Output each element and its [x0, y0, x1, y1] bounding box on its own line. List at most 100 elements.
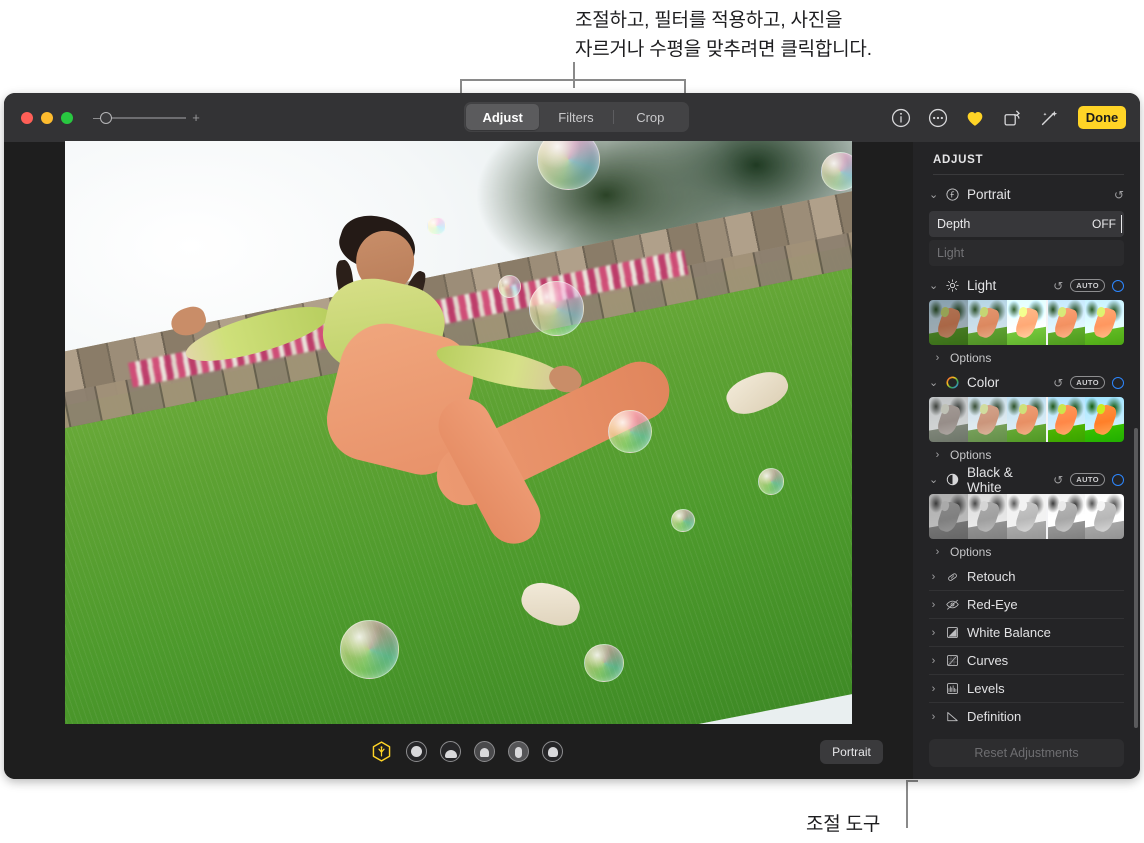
sidebar-item-red-eye[interactable]: › Red-Eye: [929, 591, 1124, 619]
contour-light-icon[interactable]: [440, 741, 461, 762]
chevron-down-icon[interactable]: ⌄: [929, 473, 938, 486]
info-icon[interactable]: [890, 107, 912, 129]
sidebar-item-curves[interactable]: › Curves: [929, 647, 1124, 675]
auto-bw-badge[interactable]: AUTO: [1070, 473, 1105, 486]
color-wheel-icon: [946, 376, 959, 389]
high-key-light-mono-icon[interactable]: [542, 741, 563, 762]
bw-toggle-ring[interactable]: [1112, 473, 1124, 486]
bw-options-row[interactable]: › Options: [929, 541, 1124, 563]
bw-strip-playhead[interactable]: [1046, 494, 1048, 539]
color-options-row[interactable]: › Options: [929, 444, 1124, 466]
section-portrait-header[interactable]: ⌄ Portrait ↺: [929, 181, 1124, 208]
edited-photo[interactable]: [65, 140, 852, 726]
chevron-right-icon[interactable]: ›: [929, 655, 938, 667]
reset-adjustments-label: Reset Adjustments: [974, 746, 1079, 760]
portrait-light-label: Light: [937, 246, 965, 260]
portrait-badge-button[interactable]: Portrait: [820, 739, 883, 764]
light-thumb[interactable]: [929, 300, 968, 345]
section-color-header[interactable]: ⌄ Color ↺ AUTO: [929, 369, 1124, 396]
reset-color-icon[interactable]: ↺: [1053, 376, 1063, 390]
tab-filters[interactable]: Filters: [539, 104, 612, 130]
zoom-slider[interactable]: – +: [93, 111, 200, 124]
close-button[interactable]: [21, 111, 33, 124]
rotate-icon[interactable]: [1001, 107, 1023, 129]
sidebar-item-retouch-label: Retouch: [967, 569, 1016, 584]
sidebar-item-white-balance-label: White Balance: [967, 625, 1051, 640]
light-options-row[interactable]: › Options: [929, 347, 1124, 369]
zoom-slider-knob[interactable]: [100, 111, 113, 124]
color-thumb[interactable]: [1046, 397, 1085, 442]
section-bw-header[interactable]: ⌄ Black & White ↺ AUTO: [929, 465, 1124, 495]
section-light-header[interactable]: ⌄ Light ↺ AUTO: [929, 272, 1124, 299]
chevron-right-icon[interactable]: ›: [933, 546, 942, 558]
edit-mode-segmented-control[interactable]: Adjust Filters Crop: [464, 102, 689, 132]
bw-thumbnail-strip[interactable]: [929, 494, 1124, 539]
zoom-in-label[interactable]: +: [192, 111, 200, 124]
light-thumb[interactable]: [1046, 300, 1085, 345]
window-controls[interactable]: [21, 111, 73, 124]
chevron-right-icon[interactable]: ›: [933, 449, 942, 461]
chevron-right-icon[interactable]: ›: [929, 599, 938, 611]
zoom-button[interactable]: [61, 111, 73, 124]
bw-thumb[interactable]: [929, 494, 968, 539]
color-toggle-ring[interactable]: [1112, 376, 1124, 389]
zoom-out-label[interactable]: –: [93, 111, 100, 124]
portrait-light-slider[interactable]: Light: [929, 240, 1124, 266]
bw-thumb[interactable]: [1085, 494, 1124, 539]
color-thumb[interactable]: [968, 397, 1007, 442]
light-thumb[interactable]: [968, 300, 1007, 345]
depth-slider-handle[interactable]: [1120, 215, 1122, 233]
bw-thumb[interactable]: [1046, 494, 1085, 539]
chevron-right-icon[interactable]: ›: [929, 627, 938, 639]
bw-thumb[interactable]: [968, 494, 1007, 539]
color-thumb[interactable]: [929, 397, 968, 442]
more-options-icon[interactable]: [927, 107, 949, 129]
favorite-heart-icon[interactable]: [964, 107, 986, 129]
light-thumb[interactable]: [1007, 300, 1046, 345]
chevron-right-icon[interactable]: ›: [929, 571, 938, 583]
magic-wand-icon[interactable]: [1038, 107, 1060, 129]
chevron-right-icon[interactable]: ›: [929, 683, 938, 695]
chevron-down-icon[interactable]: ⌄: [929, 376, 938, 389]
retouch-brush-icon: [948, 573, 957, 581]
color-strip-playhead[interactable]: [1046, 397, 1048, 442]
photo-canvas[interactable]: [4, 140, 913, 726]
tab-adjust[interactable]: Adjust: [466, 104, 540, 130]
light-strip-playhead[interactable]: [1046, 300, 1048, 345]
depth-slider[interactable]: Depth OFF: [929, 211, 1124, 237]
panel-scrollbar[interactable]: [1134, 428, 1138, 728]
color-thumbnail-strip[interactable]: [929, 397, 1124, 442]
sidebar-item-definition[interactable]: › Definition: [929, 703, 1124, 730]
reset-portrait-icon[interactable]: ↺: [1114, 188, 1124, 202]
reset-adjustments-button[interactable]: Reset Adjustments: [929, 739, 1124, 767]
callout-top-bracket-top: [460, 79, 686, 81]
light-toggle-ring[interactable]: [1112, 279, 1124, 292]
color-thumb[interactable]: [1007, 397, 1046, 442]
auto-color-badge[interactable]: AUTO: [1070, 376, 1105, 389]
sidebar-item-white-balance[interactable]: › White Balance: [929, 619, 1124, 647]
chevron-down-icon[interactable]: ⌄: [929, 188, 938, 201]
light-thumb[interactable]: [1085, 300, 1124, 345]
sidebar-item-retouch[interactable]: › Retouch: [929, 563, 1124, 591]
chevron-down-icon[interactable]: ⌄: [929, 279, 938, 292]
tab-crop[interactable]: Crop: [614, 104, 687, 130]
photo-subject: [65, 141, 852, 726]
light-thumbnail-strip[interactable]: [929, 300, 1124, 345]
studio-light-icon[interactable]: [406, 741, 427, 762]
done-button[interactable]: Done: [1078, 106, 1126, 129]
auto-light-badge[interactable]: AUTO: [1070, 279, 1105, 292]
natural-light-cube-icon[interactable]: [370, 740, 393, 763]
reset-bw-icon[interactable]: ↺: [1053, 473, 1063, 487]
adjust-panel-scroll[interactable]: ADJUST ⌄ Portrait ↺ Depth OFF Light ⌄ Li…: [913, 142, 1140, 730]
stage-light-icon[interactable]: [474, 741, 495, 762]
portrait-effects-list[interactable]: [370, 740, 563, 763]
bw-thumb[interactable]: [1007, 494, 1046, 539]
minimize-button[interactable]: [41, 111, 53, 124]
chevron-right-icon[interactable]: ›: [933, 352, 942, 364]
zoom-slider-track[interactable]: [100, 111, 187, 124]
sidebar-item-levels[interactable]: › Levels: [929, 675, 1124, 703]
reset-light-icon[interactable]: ↺: [1053, 279, 1063, 293]
chevron-right-icon[interactable]: ›: [929, 711, 938, 723]
stage-light-mono-icon[interactable]: [508, 741, 529, 762]
color-thumb[interactable]: [1085, 397, 1124, 442]
